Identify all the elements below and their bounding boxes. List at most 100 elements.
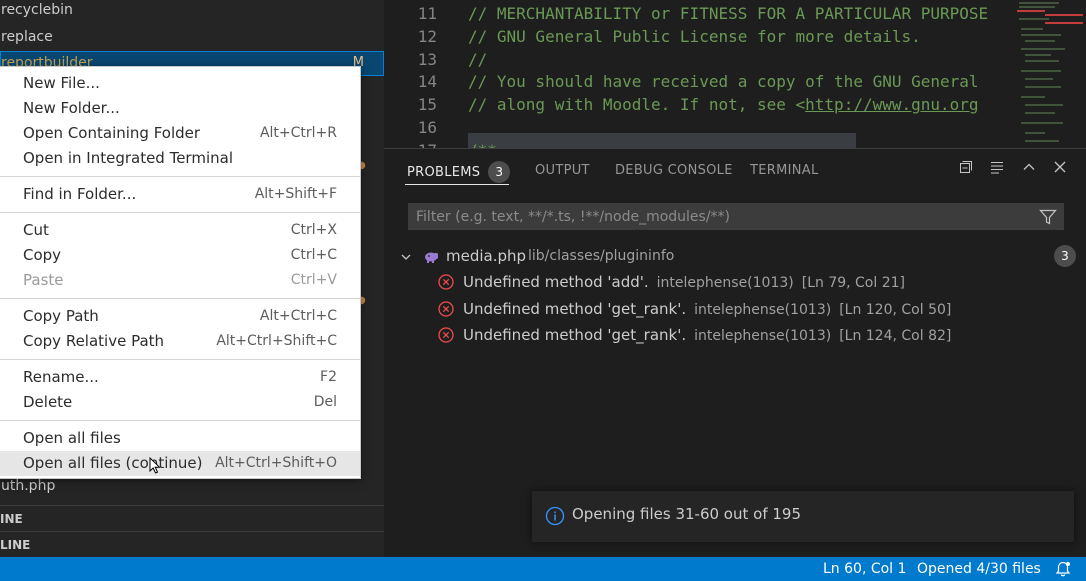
tree-item-recyclebin[interactable]: recyclebin	[0, 0, 384, 23]
menu-item-delete[interactable]: Delete Del	[0, 390, 360, 415]
code-line: 14 // You should have received a copy of…	[384, 70, 1024, 93]
menu-item-shortcut: Ctrl+C	[290, 247, 337, 263]
code-line: 13 //	[384, 48, 1024, 71]
opened-files-status[interactable]: Opened 4/30 files	[917, 557, 1041, 581]
menu-item-label: Cut	[23, 221, 49, 239]
filter-icon[interactable]	[1038, 207, 1058, 227]
problem-message: Undefined method 'get_rank'.	[463, 326, 687, 344]
menu-separator	[0, 420, 360, 421]
problem-file-count: 3	[1054, 245, 1076, 267]
chevron-down-icon[interactable]	[400, 245, 412, 270]
menu-item-new-file[interactable]: New File...	[0, 71, 360, 96]
section-header-label: INE	[0, 512, 23, 526]
code-line: 12 // GNU General Public License for mor…	[384, 25, 1024, 48]
menu-item-open-containing-folder[interactable]: Open Containing Folder Alt+Ctrl+R	[0, 121, 360, 146]
problem-message: Undefined method 'add'.	[463, 273, 649, 291]
menu-item-label: Open all files (continue)	[23, 454, 203, 472]
menu-item-shortcut: Alt+Ctrl+R	[259, 125, 337, 141]
code-text: // MERCHANTABILITY or FITNESS FOR A PART…	[468, 4, 989, 23]
bell-icon[interactable]	[1054, 560, 1072, 578]
tab-output[interactable]: OUTPUT	[535, 161, 590, 183]
notification-message: Opening files 31-60 out of 195	[572, 505, 801, 523]
line-number: 13	[417, 50, 437, 69]
menu-item-rename[interactable]: Rename... F2	[0, 365, 360, 390]
problem-position: [Ln 124, Col 82]	[839, 328, 952, 344]
filter-input[interactable]	[408, 203, 1028, 230]
menu-item-shortcut: Alt+Ctrl+Shift+C	[216, 333, 337, 349]
menu-item-open-all-files-continue[interactable]: Open all files (continue) Alt+Ctrl+Shift+…	[0, 451, 360, 476]
tab-label: OUTPUT	[535, 163, 590, 178]
menu-item-label: New Folder...	[23, 99, 120, 117]
tab-label: DEBUG CONSOLE	[615, 163, 733, 178]
tab-problems[interactable]: PROBLEMS 3	[407, 161, 511, 183]
menu-separator	[0, 176, 360, 177]
menu-item-copy[interactable]: Copy Ctrl+C	[0, 243, 360, 268]
menu-item-paste: Paste Ctrl+V	[0, 268, 360, 293]
menu-item-shortcut: Ctrl+V	[290, 272, 337, 288]
tab-label: PROBLEMS	[407, 165, 481, 180]
menu-item-shortcut: Alt+Shift+F	[254, 186, 337, 202]
menu-item-copy-path[interactable]: Copy Path Alt+Ctrl+C	[0, 304, 360, 329]
code-editor[interactable]: 11 // MERCHANTABILITY or FITNESS FOR A P…	[384, 0, 1086, 148]
problem-position: [Ln 120, Col 50]	[839, 302, 952, 318]
problem-file-path: lib/classes/plugininfo	[528, 248, 675, 264]
word-wrap-icon[interactable]	[987, 159, 1007, 179]
code-line: 17 /**	[384, 139, 1024, 148]
line-number: 16	[417, 118, 437, 137]
menu-item-label: Copy Path	[23, 307, 99, 325]
section-header-timeline[interactable]: LINE	[0, 531, 384, 557]
minimap[interactable]	[1015, 0, 1086, 148]
line-number: 17	[384, 139, 437, 148]
menu-item-find-in-folder[interactable]: Find in Folder... Alt+Shift+F	[0, 182, 360, 207]
code-text: // You should have received a copy of th…	[468, 72, 979, 91]
error-icon	[438, 301, 454, 317]
code-text: // along with Moodle. If not, see <http:…	[468, 93, 979, 116]
line-number: 15	[417, 95, 437, 114]
tree-item-label: recyclebin	[1, 2, 73, 18]
collapse-all-icon[interactable]	[956, 159, 976, 179]
problem-item[interactable]: Undefined method 'get_rank'. intelephense…	[384, 297, 1086, 323]
menu-separator	[0, 212, 360, 213]
tree-item-label: replace	[1, 29, 53, 45]
menu-item-shortcut: Alt+Ctrl+C	[259, 308, 337, 324]
error-icon	[438, 327, 454, 343]
status-bar: Ln 60, Col 1 Opened 4/30 files	[0, 557, 1086, 581]
menu-item-cut[interactable]: Cut Ctrl+X	[0, 218, 360, 243]
context-menu: New File... New Folder... Open Containin…	[0, 66, 361, 479]
menu-item-label: Open all files	[23, 429, 121, 447]
section-header-outline[interactable]: INE	[0, 505, 384, 531]
problem-position: [Ln 79, Col 21]	[801, 275, 905, 291]
menu-item-label: Open in Integrated Terminal	[23, 149, 233, 167]
problem-source: intelephense(1013)	[694, 328, 832, 344]
menu-item-shortcut: Alt+Ctrl+Shift+O	[215, 455, 337, 471]
menu-item-copy-relative-path[interactable]: Copy Relative Path Alt+Ctrl+Shift+C	[0, 329, 360, 354]
menu-item-open-all-files[interactable]: Open all files	[0, 426, 360, 451]
close-panel-icon[interactable]	[1050, 159, 1070, 179]
menu-item-label: New File...	[23, 74, 100, 92]
code-link[interactable]: http://www.gnu.org	[805, 95, 978, 114]
line-number: 12	[417, 27, 437, 46]
menu-item-label: Paste	[23, 271, 64, 289]
tab-debug-console[interactable]: DEBUG CONSOLE	[615, 161, 733, 183]
menu-item-shortcut: Ctrl+X	[290, 222, 337, 238]
cursor-position-status[interactable]: Ln 60, Col 1	[823, 557, 906, 581]
active-tab-indicator	[405, 184, 509, 185]
maximize-panel-icon[interactable]	[1019, 159, 1039, 179]
problem-source: intelephense(1013)	[656, 275, 794, 291]
menu-item-label: Delete	[23, 393, 73, 411]
menu-item-label: Open Containing Folder	[23, 124, 201, 142]
mouse-pointer-icon	[149, 456, 161, 475]
tree-item-replace[interactable]: replace	[0, 25, 384, 50]
tree-item-label: uth.php	[1, 478, 56, 494]
code-text: // GNU General Public License for more d…	[468, 27, 921, 46]
notification-toast[interactable]: Opening files 31-60 out of 195	[532, 491, 1074, 542]
menu-item-open-in-terminal[interactable]: Open in Integrated Terminal	[0, 146, 360, 171]
line-number: 14	[417, 72, 437, 91]
menu-item-label: Copy	[23, 246, 62, 264]
problem-file-group[interactable]: media.php lib/classes/plugininfo 3	[384, 245, 1086, 269]
problem-item[interactable]: Undefined method 'add'. intelephense(1013…	[384, 270, 1086, 296]
problem-item[interactable]: Undefined method 'get_rank'. intelephense…	[384, 323, 1086, 349]
tab-terminal[interactable]: TERMINAL	[750, 161, 819, 183]
code-line: 15 // along with Moodle. If not, see <ht…	[384, 93, 1024, 116]
menu-item-new-folder[interactable]: New Folder...	[0, 96, 360, 121]
